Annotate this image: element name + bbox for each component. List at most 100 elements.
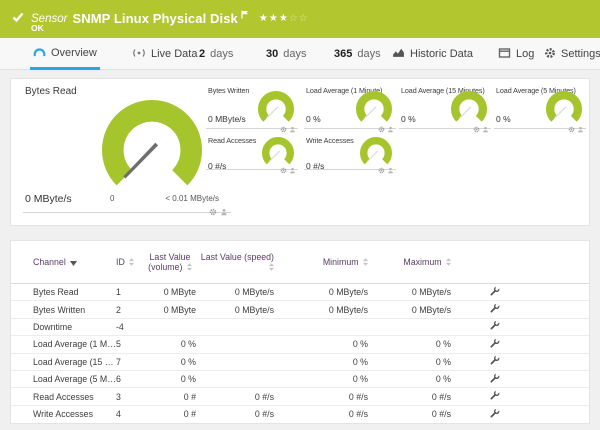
table-body: Bytes Read 1 0 MByte 0 MByte/s 0 MByte/s… xyxy=(11,284,589,423)
channel-name-cell: Write Accesses xyxy=(33,409,93,420)
sensor-title: SNMP Linux Physical Disk xyxy=(72,11,238,26)
main-gauge xyxy=(101,99,203,206)
small-gauge-read-accesses: Read Accesses 0 #/s xyxy=(206,135,298,183)
sensor-header-bar: Sensor SNMP Linux Physical Disk ★★★☆☆ OK xyxy=(0,0,600,38)
last-volume-cell: 0 % xyxy=(180,356,196,367)
small-gauge-bytes-written: Bytes Written 0 MByte/s xyxy=(206,85,298,133)
channel-edit-icon[interactable] xyxy=(489,302,500,316)
channel-edit-icon[interactable] xyxy=(489,337,500,351)
tab-365-days[interactable]: 365 days xyxy=(331,38,384,70)
gauge-title: Write Accesses xyxy=(306,136,354,145)
maximum-cell: 0 MByte/s xyxy=(411,304,451,315)
channel-edit-icon[interactable] xyxy=(489,372,500,386)
channel-name-cell: Load Average (1 Min... xyxy=(33,339,116,350)
column-header-minimum[interactable]: Minimum xyxy=(274,257,368,268)
column-header-channel[interactable]: Channel xyxy=(33,257,116,268)
tab-label: Historic Data xyxy=(410,48,473,60)
table-row: Downtime -4 xyxy=(11,319,589,337)
gauge-user-icon[interactable] xyxy=(482,120,489,138)
id-cell: 7 xyxy=(116,356,121,367)
tab-label: Overview xyxy=(51,46,97,59)
channel-name-cell: Bytes Read xyxy=(33,287,79,298)
maximum-cell: 0 #/s xyxy=(431,409,451,420)
maximum-cell: 0 MByte/s xyxy=(411,287,451,298)
column-header-maximum[interactable]: Maximum xyxy=(368,257,451,268)
sort-icon xyxy=(129,257,135,268)
id-cell: 1 xyxy=(116,287,121,298)
table-header-row: Channel ID Last Value (volume) Last Valu… xyxy=(11,241,589,284)
gauge-settings-icon[interactable] xyxy=(473,120,480,138)
table-row: Bytes Written 2 0 MByte 0 MByte/s 0 MByt… xyxy=(11,301,589,319)
gauge-user-icon[interactable] xyxy=(577,120,584,138)
minimum-cell: 0 MByte/s xyxy=(328,287,368,298)
tab-label: Settings xyxy=(561,48,600,60)
gauge-user-icon[interactable] xyxy=(387,161,394,179)
small-gauge-load-average-5min: Load Average (5 Minutes) 0 % xyxy=(494,85,586,133)
tab-settings[interactable]: Settings xyxy=(541,38,600,70)
tab-label: Live Data xyxy=(151,48,198,60)
channel-name-cell: Bytes Written xyxy=(33,304,86,315)
channel-edit-icon[interactable] xyxy=(489,354,500,368)
channel-name-cell: Downtime xyxy=(33,321,73,332)
minimum-cell: 0 % xyxy=(352,356,368,367)
last-speed-cell: 0 MByte/s xyxy=(234,287,274,298)
tab-unit: days xyxy=(283,48,307,60)
id-cell: 4 xyxy=(116,409,121,420)
tab-2-days[interactable]: 2 days xyxy=(196,38,236,70)
channel-edit-icon[interactable] xyxy=(489,407,500,421)
channel-edit-icon[interactable] xyxy=(489,285,500,299)
gauge-settings-icon[interactable] xyxy=(280,161,287,179)
table-row: Load Average (1 Min... 5 0 % 0 % 0 % xyxy=(11,336,589,354)
table-row: Write Accesses 4 0 # 0 #/s 0 #/s 0 #/s xyxy=(11,406,589,423)
gauge-settings-icon[interactable] xyxy=(568,120,575,138)
column-label: Maximum xyxy=(403,256,442,267)
gauge-needle xyxy=(123,142,159,179)
channel-table: Channel ID Last Value (volume) Last Valu… xyxy=(10,240,590,424)
gauge-settings-icon[interactable] xyxy=(209,203,217,221)
tab-log[interactable]: Log xyxy=(495,38,537,70)
channel-edit-icon[interactable] xyxy=(489,389,500,403)
last-volume-cell: 0 % xyxy=(180,339,196,350)
flag-icon[interactable] xyxy=(241,6,249,24)
tab-30-days[interactable]: 30 days xyxy=(263,38,310,70)
sensor-status-text: OK xyxy=(31,23,44,33)
chart-icon xyxy=(392,47,405,61)
tab-unit: days xyxy=(357,48,381,60)
divider xyxy=(23,212,231,213)
tab-overview[interactable]: Overview xyxy=(30,38,100,70)
column-label: ID xyxy=(116,256,125,267)
gauge-title: Read Accesses xyxy=(208,136,257,145)
id-cell: -4 xyxy=(116,321,124,332)
channel-edit-icon[interactable] xyxy=(489,320,500,333)
tab-live-data[interactable]: Live Data xyxy=(129,38,200,70)
column-header-last-value-volume[interactable]: Last Value (volume) xyxy=(144,252,196,273)
stars-empty[interactable]: ☆☆ xyxy=(289,13,309,24)
stars-filled[interactable]: ★★★ xyxy=(259,13,289,24)
table-row: Load Average (15 Mi... 7 0 % 0 % 0 % xyxy=(11,354,589,371)
sort-icon xyxy=(446,257,451,268)
tab-historic-data[interactable]: Historic Data xyxy=(389,38,476,70)
small-gauge-load-average-15min: Load Average (15 Minutes) 0 % xyxy=(399,85,491,133)
table-row: Load Average (5 Min... 6 0 % 0 % 0 % xyxy=(11,371,589,389)
last-volume-cell: 0 MByte xyxy=(163,304,196,315)
gauge-settings-icon[interactable] xyxy=(378,161,385,179)
column-header-id[interactable]: ID xyxy=(116,257,144,268)
column-label: Channel xyxy=(33,256,66,267)
last-volume-cell: 0 MByte xyxy=(163,287,196,298)
star-rating[interactable]: ★★★☆☆ xyxy=(259,13,309,24)
channel-name-cell: Load Average (15 Mi... xyxy=(33,356,116,367)
main-gauge-value: 0 MByte/s xyxy=(25,193,72,205)
minimum-cell: 0 #/s xyxy=(348,409,368,420)
gauge-user-icon[interactable] xyxy=(220,203,228,221)
last-volume-cell: 0 % xyxy=(180,374,196,385)
gauge-title: Bytes Written xyxy=(208,86,250,95)
id-cell: 3 xyxy=(116,391,121,402)
table-row: Bytes Read 1 0 MByte 0 MByte/s 0 MByte/s… xyxy=(11,284,589,302)
id-cell: 6 xyxy=(116,374,121,385)
column-label: Minimum xyxy=(322,256,359,267)
live-data-icon xyxy=(132,48,146,61)
gauge-user-icon[interactable] xyxy=(289,161,296,179)
last-speed-cell: 0 #/s xyxy=(254,391,274,402)
column-header-last-value-speed[interactable]: Last Value (speed) xyxy=(196,252,274,273)
sort-desc-icon xyxy=(70,258,78,268)
